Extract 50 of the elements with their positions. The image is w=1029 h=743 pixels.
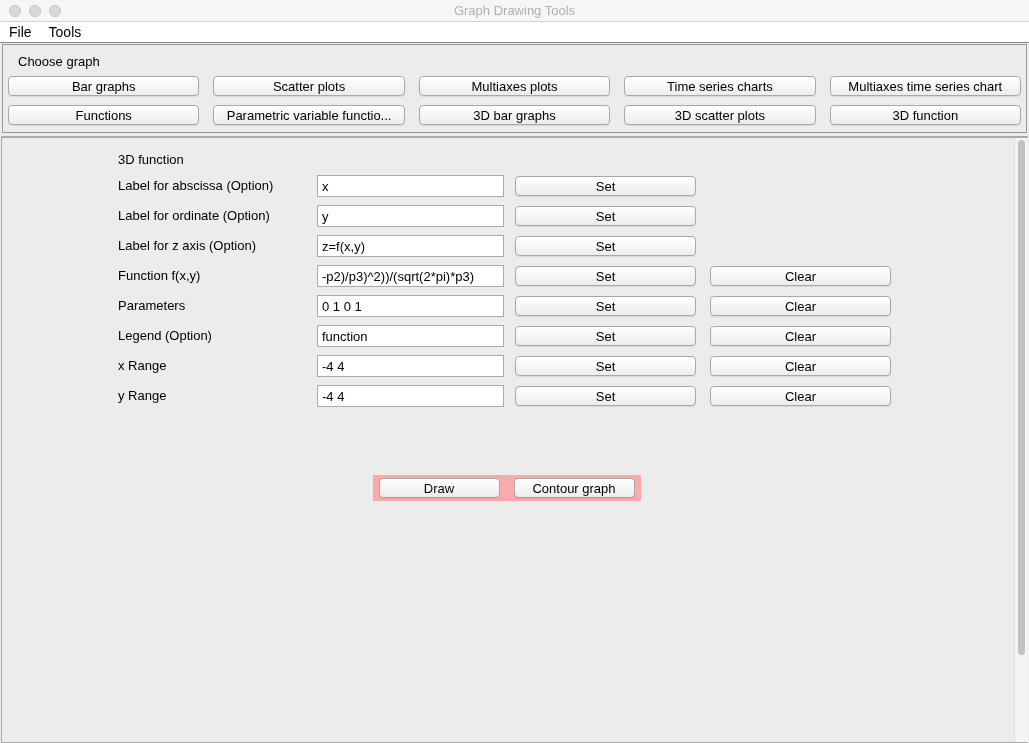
field-label: Label for ordinate (Option): [118, 207, 271, 226]
draw-button[interactable]: Draw: [378, 478, 500, 498]
set-button[interactable]: Set: [515, 236, 696, 256]
close-icon[interactable]: [9, 5, 21, 17]
panel-title: Choose graph: [18, 53, 101, 71]
graph-type-button[interactable]: Multiaxes plots: [418, 76, 611, 96]
set-button[interactable]: Set: [515, 296, 696, 316]
clear-button[interactable]: Clear: [710, 266, 891, 286]
input-field[interactable]: -4 4: [317, 355, 504, 377]
field-label: Legend (Option): [118, 327, 213, 346]
graph-type-button[interactable]: Multiaxes time series chart: [829, 76, 1021, 96]
input-field[interactable]: x: [317, 175, 504, 197]
window-title: Graph Drawing Tools: [453, 1, 576, 20]
graph-type-button[interactable]: 3D function: [829, 105, 1021, 125]
maximize-icon[interactable]: [49, 5, 61, 17]
clear-button[interactable]: Clear: [710, 386, 891, 406]
graph-type-button[interactable]: Bar graphs: [8, 76, 200, 96]
graph-type-button[interactable]: 3D scatter plots: [624, 105, 816, 125]
input-field[interactable]: -p2)/p3)^2))/(sqrt(2*pi)*p3): [317, 265, 504, 287]
graph-type-button[interactable]: Parametric variable functio...: [213, 105, 405, 125]
set-button[interactable]: Set: [515, 206, 696, 226]
input-field[interactable]: y: [317, 205, 504, 227]
graph-type-button[interactable]: Functions: [8, 105, 200, 125]
menu-item[interactable]: Tools: [48, 21, 82, 43]
set-button[interactable]: Set: [515, 356, 696, 376]
menu-item[interactable]: File: [9, 21, 32, 43]
field-label: Label for abscissa (Option): [118, 177, 275, 196]
form-title: 3D function: [118, 151, 185, 169]
field-label: Label for z axis (Option): [118, 237, 257, 256]
contour-graph-button[interactable]: Contour graph: [513, 478, 635, 498]
graph-type-button[interactable]: 3D bar graphs: [418, 105, 611, 125]
input-field[interactable]: z=f(x,y): [317, 235, 504, 257]
input-field[interactable]: function: [317, 325, 504, 347]
field-label: Function f(x,y): [118, 267, 202, 286]
clear-button[interactable]: Clear: [710, 356, 891, 376]
set-button[interactable]: Set: [515, 326, 696, 346]
set-button[interactable]: Set: [515, 386, 696, 406]
input-field[interactable]: -4 4: [317, 385, 504, 407]
field-label: x Range: [118, 357, 168, 376]
field-label: y Range: [118, 387, 168, 406]
graph-type-button[interactable]: Time series charts: [624, 76, 816, 96]
clear-button[interactable]: Clear: [710, 326, 891, 346]
field-label: Parameters: [118, 297, 187, 316]
set-button[interactable]: Set: [515, 176, 696, 196]
clear-button[interactable]: Clear: [710, 296, 891, 316]
minimize-icon[interactable]: [29, 5, 41, 17]
set-button[interactable]: Set: [515, 266, 696, 286]
graph-type-button[interactable]: Scatter plots: [213, 76, 405, 96]
scrollbar[interactable]: [1014, 138, 1028, 742]
input-field[interactable]: 0 1 0 1: [317, 295, 504, 317]
